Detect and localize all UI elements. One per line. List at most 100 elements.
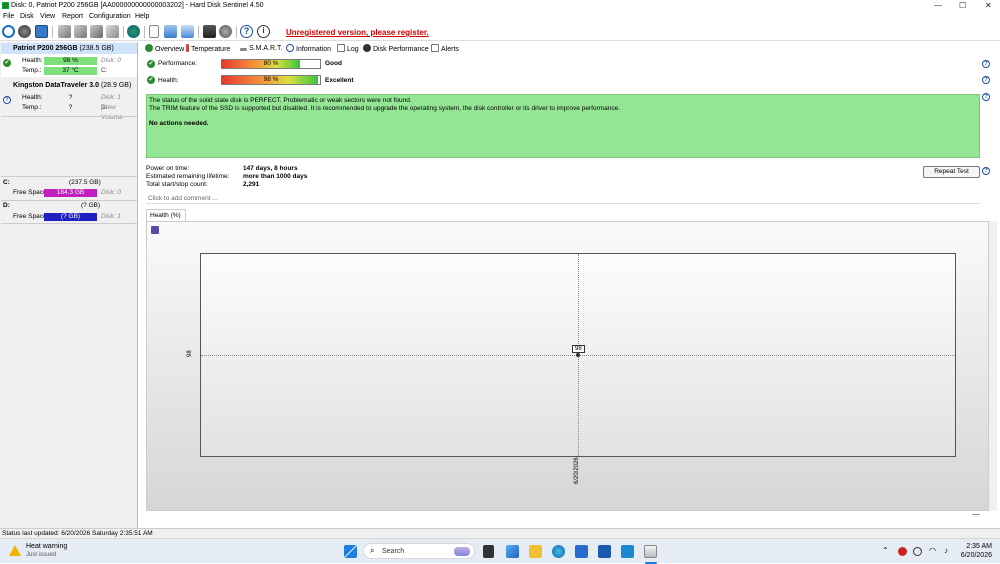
- free-space-label: Free Space: [13, 189, 47, 196]
- clock-time[interactable]: 2:35 AM: [960, 543, 992, 550]
- disk-temp-row: Temp.: 37 °C C:: [1, 66, 137, 76]
- health-chart-plot: 98: [200, 253, 956, 457]
- volume-letter: D:: [3, 202, 10, 209]
- store-icon[interactable]: [575, 545, 588, 558]
- performance-label: Performance:: [158, 60, 198, 67]
- disk-scan-icon[interactable]: [18, 25, 31, 38]
- document-icon[interactable]: [149, 25, 159, 38]
- chevron-up-icon[interactable]: ⌃: [882, 546, 889, 555]
- drive-letter: C:: [101, 67, 108, 74]
- disk-list-panel: Patriot P200 256GB (238.5 GB) ✔ Health: …: [0, 42, 138, 528]
- help-icon[interactable]: ?: [982, 76, 990, 84]
- performance-icon: [363, 44, 371, 52]
- status-line: The status of the solid state disk is PE…: [149, 97, 412, 104]
- disk-entry-1[interactable]: Kingston DataTraveler 3.0 (28.9 GB) ? He…: [1, 80, 137, 121]
- vertical-scrollbar[interactable]: [989, 221, 997, 511]
- menu-report[interactable]: Report: [62, 13, 83, 20]
- task-view-icon[interactable]: [483, 545, 494, 558]
- x-tick-label: 6/20/2026: [574, 457, 580, 484]
- menu-help[interactable]: Help: [135, 13, 149, 20]
- performance-rating: Good: [325, 60, 342, 67]
- volume-c-free: Free Space 184.3 GB Disk: 0: [1, 188, 137, 198]
- dashboard-icon[interactable]: [203, 25, 216, 38]
- tab-overview[interactable]: Overview: [145, 44, 184, 54]
- search-highlight-icon: [454, 547, 470, 556]
- test-icon[interactable]: [58, 25, 71, 38]
- file-explorer-icon[interactable]: [529, 545, 542, 558]
- free-space-value: 184.3 GB: [44, 189, 97, 197]
- tab-disk-performance[interactable]: Disk Performance: [363, 44, 429, 54]
- help-icon[interactable]: ?: [982, 60, 990, 68]
- disk-name: Kingston DataTraveler 3.0: [13, 82, 99, 89]
- start-icon[interactable]: [344, 545, 357, 558]
- app-icon: [2, 2, 9, 9]
- save-icon[interactable]: [151, 226, 159, 234]
- tray-icon[interactable]: [913, 547, 922, 556]
- info-icon[interactable]: i: [257, 25, 270, 38]
- tool-icon[interactable]: [106, 25, 119, 38]
- search-placeholder: Search: [382, 548, 405, 555]
- edge-icon[interactable]: [552, 545, 565, 558]
- menu-configuration[interactable]: Configuration: [89, 13, 131, 20]
- status-line: The TRIM feature of the SSD is supported…: [149, 104, 620, 112]
- help-icon[interactable]: ?: [240, 25, 253, 38]
- power-on-label: Power on time:: [146, 165, 190, 172]
- settings-icon[interactable]: [219, 25, 232, 38]
- tab-label: Information: [296, 46, 332, 53]
- tab-label: Alerts: [441, 46, 459, 53]
- toolbar: ? i Unregistered version, please registe…: [0, 23, 1000, 41]
- volume-name: [New Volume: [101, 104, 123, 121]
- disk-header-0: Patriot P200 256GB (238.5 GB): [1, 43, 137, 54]
- backup-icon[interactable]: [90, 25, 103, 38]
- refresh-icon[interactable]: [2, 25, 15, 38]
- menu-file[interactable]: File: [3, 13, 14, 20]
- web-icon[interactable]: [127, 25, 140, 38]
- report-icon[interactable]: [35, 25, 48, 38]
- tab-smart[interactable]: S.M.A.R.T.: [240, 44, 282, 54]
- hds-tray-icon[interactable]: [898, 547, 907, 556]
- export-icon[interactable]: [181, 25, 194, 38]
- clock-date[interactable]: 6/20/2026: [960, 552, 992, 559]
- disk-entry-0[interactable]: Patriot P200 256GB (238.5 GB) ✔ Health: …: [1, 43, 137, 77]
- maximize-button[interactable]: ☐: [959, 1, 966, 10]
- disk-header-1: Kingston DataTraveler 3.0 (28.9 GB): [1, 80, 137, 91]
- copy-icon[interactable]: [164, 25, 177, 38]
- volume-c-header[interactable]: C: (237.5 GB): [1, 178, 137, 188]
- volume-d-header[interactable]: D: (? GB): [1, 201, 137, 211]
- wifi-icon[interactable]: ◠: [929, 546, 936, 555]
- menu-view[interactable]: View: [40, 13, 55, 20]
- surface-test-icon[interactable]: [74, 25, 87, 38]
- register-link[interactable]: Unregistered version, please register.: [286, 28, 429, 37]
- info-icon: [286, 44, 294, 52]
- disk-temp-row: Temp.: ? D: [New Volume: [1, 103, 137, 121]
- volume-icon[interactable]: ♪: [944, 546, 948, 555]
- help-icon[interactable]: ?: [982, 167, 990, 175]
- minimize-button[interactable]: —: [934, 1, 942, 10]
- comment-input[interactable]: Click to add comment ...: [146, 194, 980, 204]
- tab-health-chart[interactable]: Health (%): [146, 209, 186, 221]
- notification-subtitle: Just issued: [26, 552, 57, 558]
- taskbar-search[interactable]: ⌕ Search: [363, 543, 475, 559]
- app-icon-blue[interactable]: [621, 545, 634, 558]
- help-icon[interactable]: ?: [982, 93, 990, 101]
- title-bar: Disk: 0, Patriot P200 256GB [AA000000000…: [0, 0, 1000, 12]
- temp-label: Temp.:: [22, 104, 42, 111]
- tab-log[interactable]: Log: [337, 44, 359, 54]
- tab-temperature[interactable]: Temperature: [186, 44, 230, 54]
- disk-size: (238.5 GB): [79, 45, 114, 52]
- close-button[interactable]: ✕: [985, 1, 992, 10]
- disk-health-row: Health: ? Disk: 1: [1, 93, 137, 103]
- status-bar: Status last updated: 6/20/2026 Saturday …: [0, 528, 1000, 538]
- tab-alerts[interactable]: Alerts: [431, 44, 459, 54]
- widgets-icon[interactable]: [506, 545, 519, 558]
- hard-disk-sentinel-icon[interactable]: [644, 545, 657, 558]
- lifetime-label: Estimated remaining lifetime:: [146, 173, 230, 180]
- search-icon: ⌕: [370, 546, 375, 555]
- outlook-icon[interactable]: [598, 545, 611, 558]
- menu-disk[interactable]: Disk: [20, 13, 34, 20]
- notification-title[interactable]: Heat warning: [26, 543, 67, 550]
- resize-grip[interactable]: [972, 514, 980, 515]
- tab-information[interactable]: Information: [286, 44, 331, 54]
- repeat-test-button[interactable]: Repeat Test: [923, 166, 980, 178]
- log-icon: [337, 44, 345, 52]
